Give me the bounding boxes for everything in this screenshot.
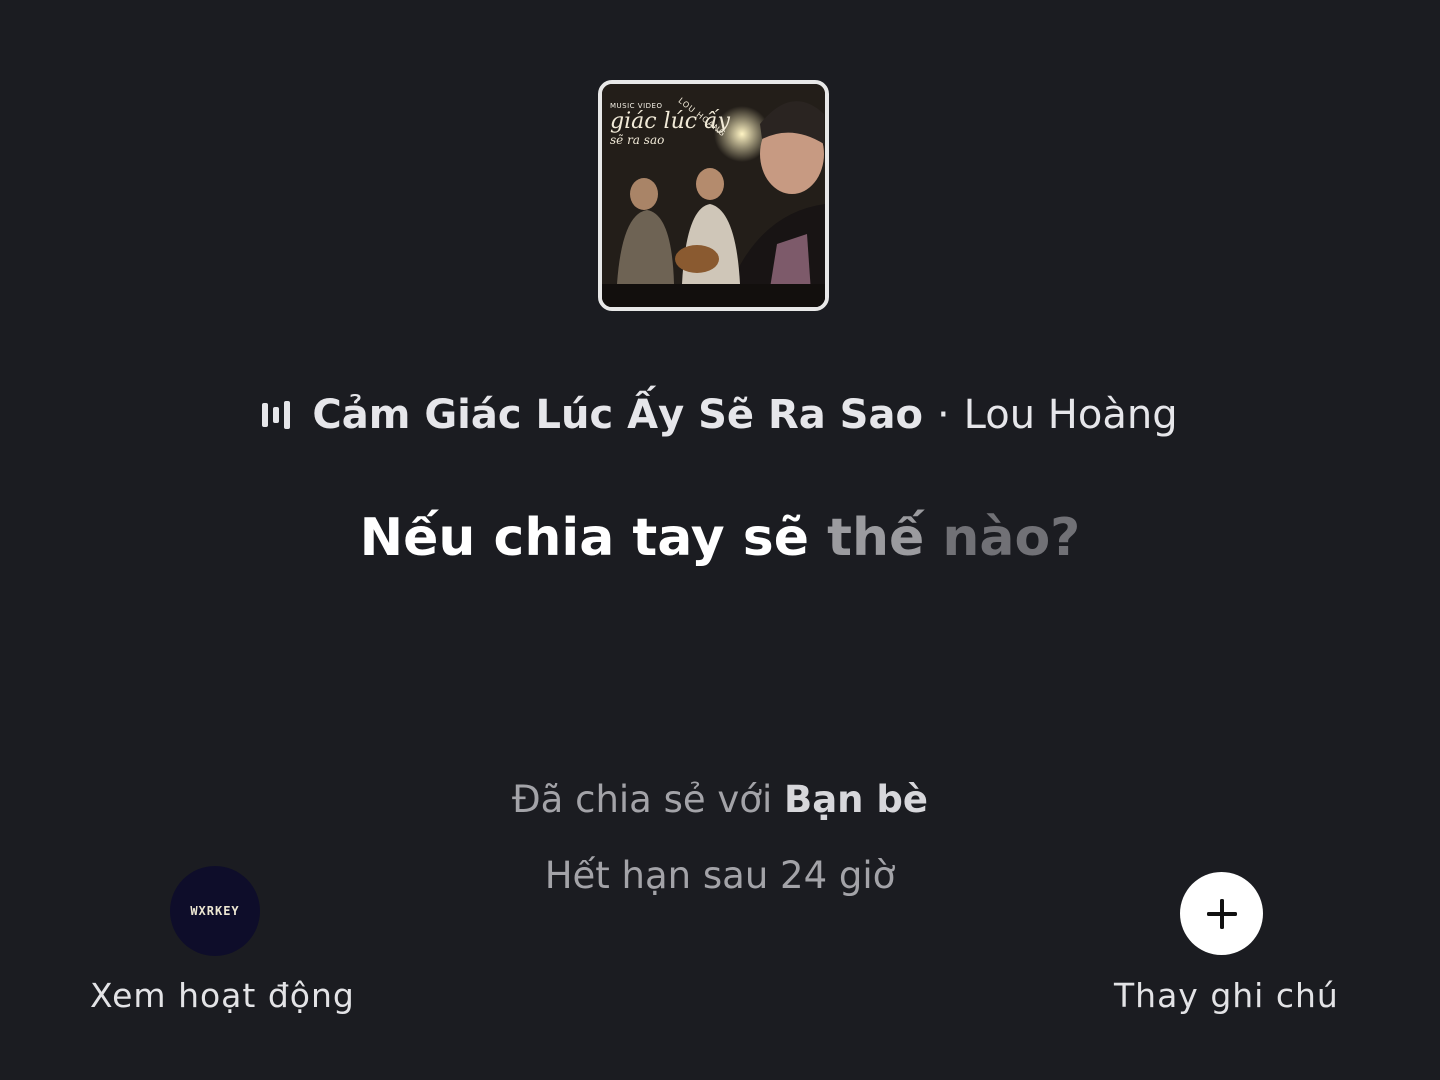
share-audience: Bạn bè (784, 778, 928, 821)
share-prefix: Đã chia sẻ với (512, 778, 784, 821)
change-note-label[interactable]: Thay ghi chú (1114, 976, 1339, 1015)
lyric-current: thế (827, 508, 943, 568)
song-artist: Lou Hoàng (963, 392, 1178, 438)
song-info[interactable]: Cảm Giác Lúc Ấy Sẽ Ra Sao · Lou Hoàng (0, 392, 1440, 438)
lyric-sung: Nếu chia tay sẽ (359, 508, 828, 568)
avatar[interactable]: WXRKEY (170, 866, 260, 956)
song-title: Cảm Giác Lúc Ấy Sẽ Ra Sao (312, 392, 923, 438)
equalizer-icon (262, 400, 291, 430)
change-note-button[interactable] (1180, 872, 1263, 955)
album-script-subtitle: sẽ ra sao (610, 133, 665, 147)
note-detail-screen: MUSIC VIDEO giác lúc ấy sẽ ra sao LOU HO… (0, 0, 1440, 1080)
song-separator: · (936, 392, 950, 438)
share-audience-info: Đã chia sẻ với Bạn bè (0, 778, 1440, 821)
avatar-label: WXRKEY (190, 904, 240, 918)
lyric-line: Nếu chia tay sẽ thế nào? (0, 508, 1440, 568)
album-art[interactable]: MUSIC VIDEO giác lúc ấy sẽ ra sao LOU HO… (598, 80, 829, 311)
plus-icon (1206, 898, 1237, 929)
lyric-pending: nào? (942, 508, 1081, 568)
view-activity-button[interactable]: Xem hoạt động (90, 976, 355, 1015)
